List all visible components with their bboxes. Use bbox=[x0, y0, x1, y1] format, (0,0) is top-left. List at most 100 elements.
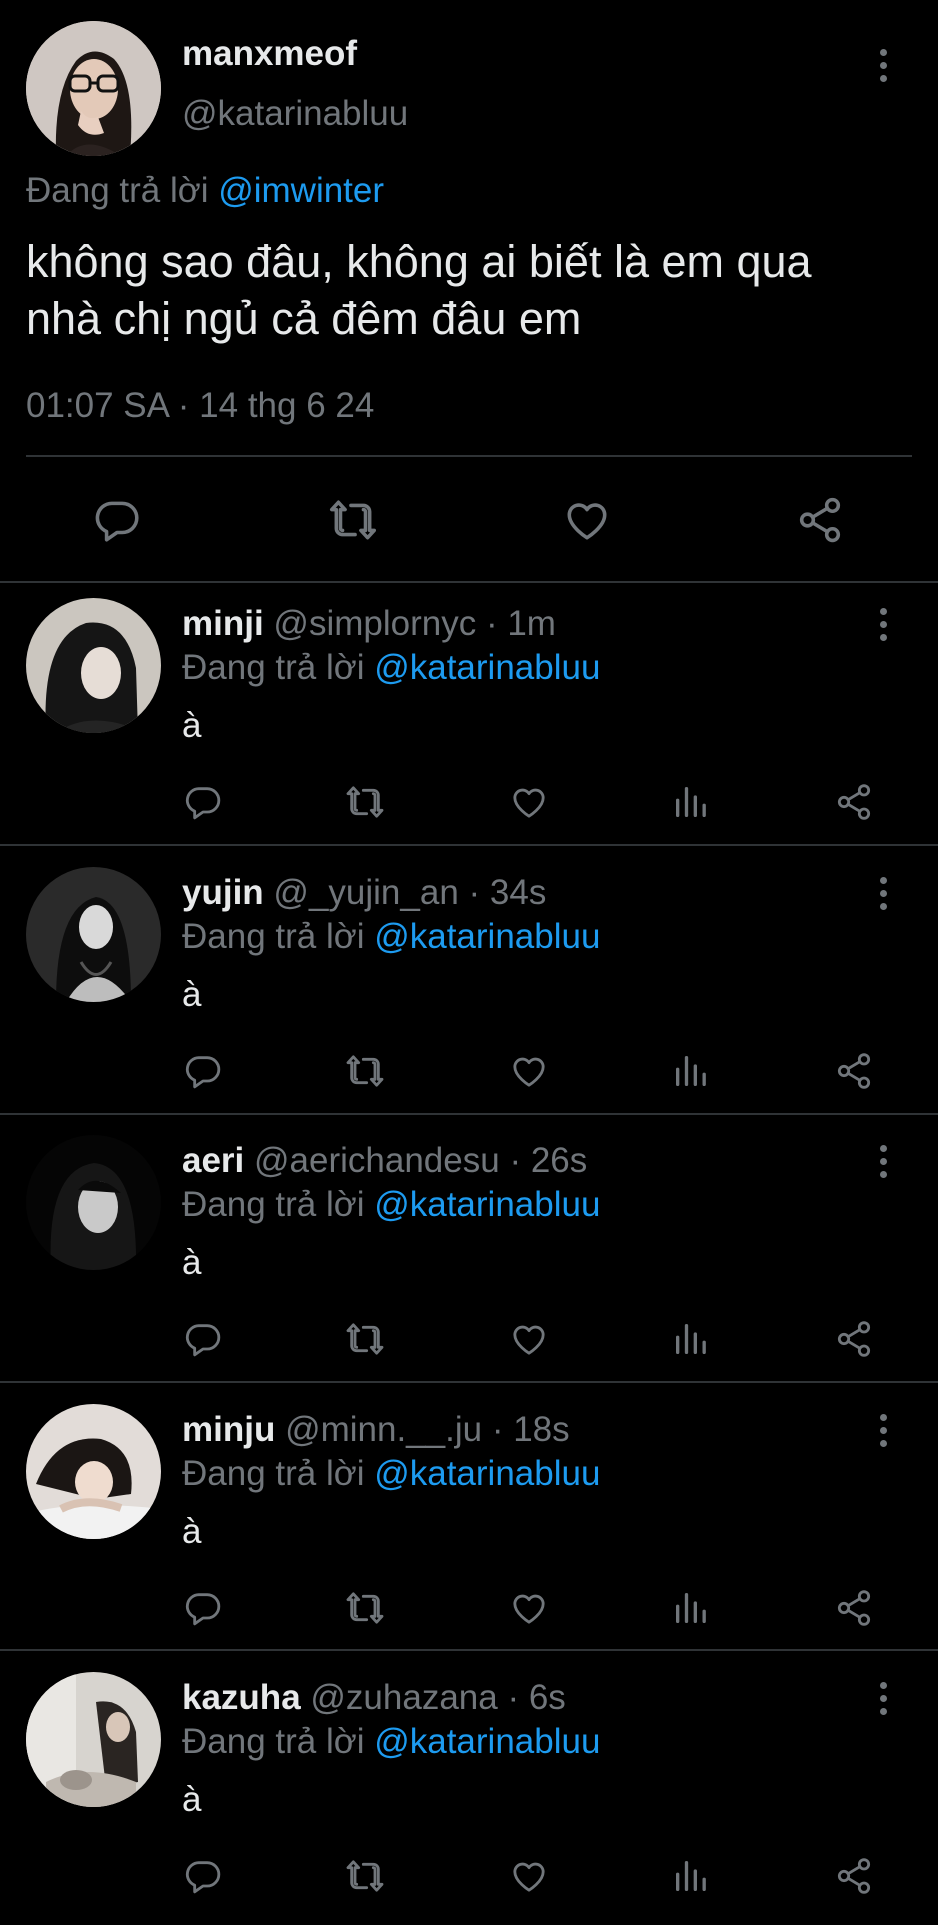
like-icon[interactable] bbox=[508, 1588, 550, 1628]
share-icon[interactable] bbox=[795, 495, 845, 545]
reply-replying-to: Đang trả lời @katarinabluu bbox=[182, 648, 600, 688]
main-tweet-avatar[interactable] bbox=[26, 21, 161, 156]
reply-header: aeri @aerichandesu · 26s bbox=[182, 1141, 587, 1181]
reply-avatar[interactable] bbox=[26, 1135, 161, 1270]
reply-avatar[interactable] bbox=[26, 598, 161, 733]
reply-text: à bbox=[182, 1243, 202, 1282]
retweet-icon[interactable] bbox=[343, 782, 387, 822]
reply-text: à bbox=[182, 1780, 202, 1819]
divider bbox=[0, 1649, 938, 1651]
replying-prefix: Đang trả lời bbox=[182, 1722, 365, 1761]
analytics-icon[interactable] bbox=[671, 782, 711, 822]
replying-prefix: Đang trả lời bbox=[182, 1185, 365, 1224]
reply-tweet[interactable]: aeri @aerichandesu · 26s Đang trả lời @k… bbox=[0, 1120, 938, 1388]
main-tweet-display-name[interactable]: manxmeof bbox=[182, 34, 357, 74]
more-icon[interactable] bbox=[871, 1678, 895, 1718]
replying-to-mention[interactable]: @katarinabluu bbox=[374, 648, 600, 687]
reply-author-name[interactable]: aeri bbox=[182, 1141, 244, 1180]
reply-replying-to: Đang trả lời @katarinabluu bbox=[182, 1185, 600, 1225]
reply-icon[interactable] bbox=[183, 1856, 223, 1896]
reply-icon[interactable] bbox=[183, 1051, 223, 1091]
reply-avatar[interactable] bbox=[26, 1672, 161, 1807]
reply-author-name[interactable]: minju bbox=[182, 1410, 275, 1449]
like-icon[interactable] bbox=[508, 1319, 550, 1359]
like-icon[interactable] bbox=[508, 1856, 550, 1896]
reply-author-handle[interactable]: @minn.__.ju bbox=[285, 1410, 482, 1449]
main-tweet-handle[interactable]: @katarinabluu bbox=[182, 94, 408, 134]
reply-tweet[interactable]: kazuha @zuhazana · 6s Đang trả lời @kata… bbox=[0, 1657, 938, 1925]
retweet-icon[interactable] bbox=[343, 1588, 387, 1628]
reply-time: · 6s bbox=[507, 1678, 566, 1717]
reply-time: · 1m bbox=[485, 604, 556, 643]
replying-prefix: Đang trả lời bbox=[26, 171, 209, 210]
share-icon[interactable] bbox=[834, 1588, 874, 1628]
replying-to-mention[interactable]: @katarinabluu bbox=[374, 1722, 600, 1761]
reply-header: minju @minn.__.ju · 18s bbox=[182, 1410, 570, 1450]
reply-author-name[interactable]: yujin bbox=[182, 873, 264, 912]
share-icon[interactable] bbox=[834, 1051, 874, 1091]
share-icon[interactable] bbox=[834, 1319, 874, 1359]
main-tweet: manxmeof @katarinabluu Đang trả lời @imw… bbox=[0, 0, 938, 583]
main-tweet-text-line-2: nhà chị ngủ cả đêm đâu em bbox=[26, 293, 582, 344]
timestamp-divider bbox=[26, 455, 912, 457]
retweet-icon[interactable] bbox=[343, 1051, 387, 1091]
retweet-icon[interactable] bbox=[326, 495, 380, 545]
reply-time: · 26s bbox=[509, 1141, 588, 1180]
reply-icon[interactable] bbox=[183, 1588, 223, 1628]
like-icon[interactable] bbox=[508, 1051, 550, 1091]
analytics-icon[interactable] bbox=[671, 1051, 711, 1091]
reply-author-handle[interactable]: @_yujin_an bbox=[273, 873, 458, 912]
analytics-icon[interactable] bbox=[671, 1588, 711, 1628]
replying-prefix: Đang trả lời bbox=[182, 1454, 365, 1493]
retweet-icon[interactable] bbox=[343, 1856, 387, 1896]
reply-icon[interactable] bbox=[183, 1319, 223, 1359]
reply-icon[interactable] bbox=[183, 782, 223, 822]
reply-text: à bbox=[182, 975, 202, 1014]
more-icon[interactable] bbox=[871, 604, 895, 644]
reply-author-handle[interactable]: @aerichandesu bbox=[254, 1141, 500, 1180]
share-icon[interactable] bbox=[834, 782, 874, 822]
analytics-icon[interactable] bbox=[671, 1319, 711, 1359]
reply-replying-to: Đang trả lời @katarinabluu bbox=[182, 917, 600, 957]
main-tweet-text-line-1: không sao đâu, không ai biết là em qua bbox=[26, 236, 812, 287]
reply-avatar[interactable] bbox=[26, 1404, 161, 1539]
divider bbox=[0, 844, 938, 846]
reply-text: à bbox=[182, 1512, 202, 1551]
replying-to-mention[interactable]: @katarinabluu bbox=[374, 1185, 600, 1224]
divider bbox=[0, 1381, 938, 1383]
main-tweet-replying-to: Đang trả lời @imwinter bbox=[26, 171, 384, 211]
more-icon[interactable] bbox=[871, 873, 895, 913]
replying-to-mention[interactable]: @katarinabluu bbox=[374, 1454, 600, 1493]
more-icon[interactable] bbox=[871, 1410, 895, 1450]
reply-header: yujin @_yujin_an · 34s bbox=[182, 873, 546, 913]
reply-tweet[interactable]: yujin @_yujin_an · 34s Đang trả lời @kat… bbox=[0, 852, 938, 1120]
reply-time: · 18s bbox=[491, 1410, 570, 1449]
reply-tweet[interactable]: minju @minn.__.ju · 18s Đang trả lời @ka… bbox=[0, 1389, 938, 1657]
replying-to-mention[interactable]: @katarinabluu bbox=[374, 917, 600, 956]
reply-time: · 34s bbox=[468, 873, 547, 912]
main-tweet-timestamp: 01:07 SA · 14 thg 6 24 bbox=[26, 386, 375, 425]
reply-author-handle[interactable]: @zuhazana bbox=[310, 1678, 497, 1717]
reply-text: à bbox=[182, 706, 202, 745]
reply-avatar[interactable] bbox=[26, 867, 161, 1002]
more-icon[interactable] bbox=[871, 1141, 895, 1181]
like-icon[interactable] bbox=[561, 495, 613, 545]
replying-to-mention[interactable]: @imwinter bbox=[218, 171, 384, 210]
more-icon[interactable] bbox=[871, 45, 895, 85]
reply-header: kazuha @zuhazana · 6s bbox=[182, 1678, 566, 1718]
reply-author-name[interactable]: kazuha bbox=[182, 1678, 301, 1717]
reply-author-name[interactable]: minji bbox=[182, 604, 264, 643]
reply-replying-to: Đang trả lời @katarinabluu bbox=[182, 1454, 600, 1494]
share-icon[interactable] bbox=[834, 1856, 874, 1896]
analytics-icon[interactable] bbox=[671, 1856, 711, 1896]
reply-icon[interactable] bbox=[92, 495, 142, 545]
reply-header: minji @simplornyc · 1m bbox=[182, 604, 556, 644]
retweet-icon[interactable] bbox=[343, 1319, 387, 1359]
like-icon[interactable] bbox=[508, 782, 550, 822]
reply-tweet[interactable]: minji @simplornyc · 1m Đang trả lời @kat… bbox=[0, 583, 938, 851]
reply-author-handle[interactable]: @simplornyc bbox=[273, 604, 476, 643]
replying-prefix: Đang trả lời bbox=[182, 648, 365, 687]
replying-prefix: Đang trả lời bbox=[182, 917, 365, 956]
divider bbox=[0, 1113, 938, 1115]
reply-replying-to: Đang trả lời @katarinabluu bbox=[182, 1722, 600, 1762]
